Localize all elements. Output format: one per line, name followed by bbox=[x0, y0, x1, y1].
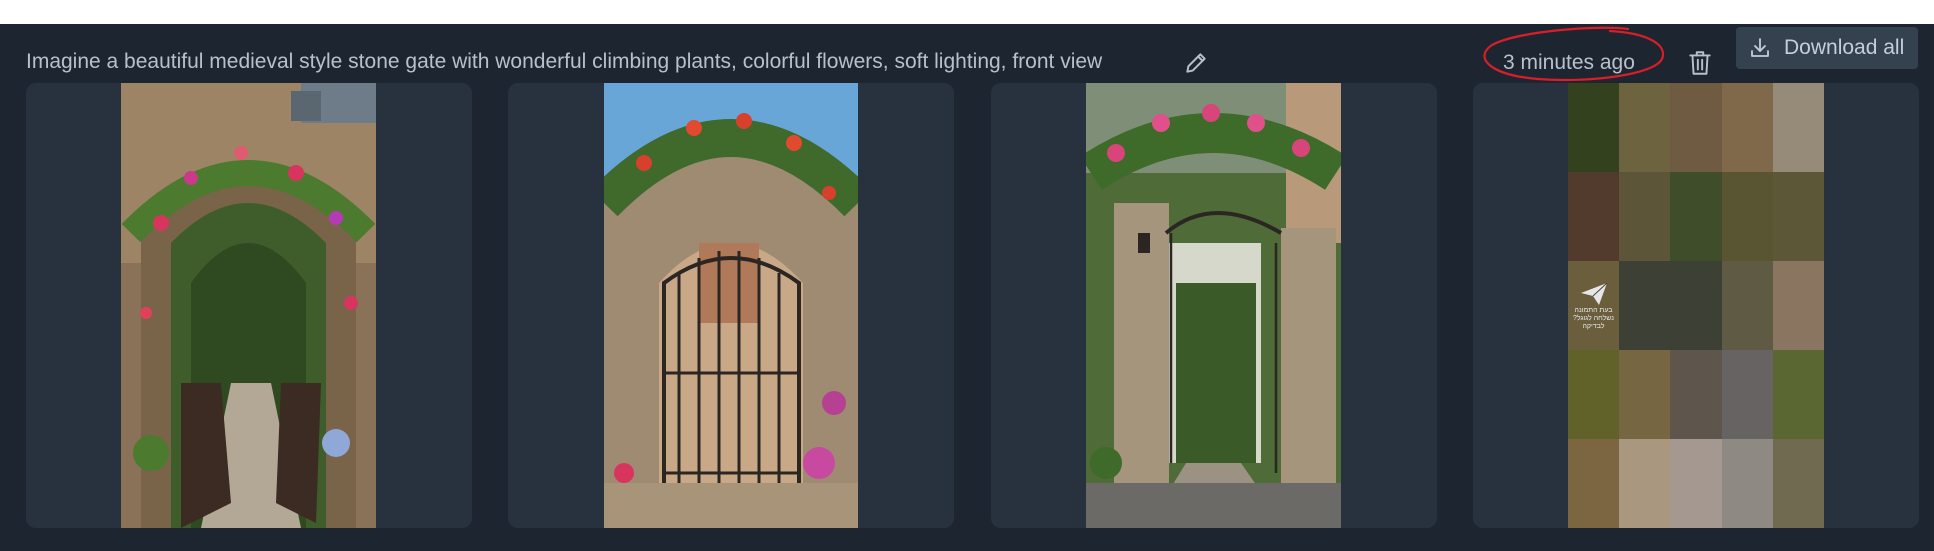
mosaic-tile bbox=[1619, 350, 1671, 439]
mosaic-tile bbox=[1619, 439, 1671, 528]
mosaic-tile bbox=[1670, 172, 1722, 261]
download-icon bbox=[1751, 38, 1769, 57]
mosaic-tile bbox=[1772, 83, 1824, 172]
image-card-4[interactable]: בעת התמונה נשלחה לגוגל? לבדיקה bbox=[1473, 83, 1919, 528]
badge-line-2: נשלחה לגוגל? bbox=[1572, 314, 1615, 322]
mosaic-tile bbox=[1568, 83, 1620, 172]
mosaic-tile bbox=[1721, 172, 1773, 261]
mosaic-tile bbox=[1721, 439, 1773, 528]
mosaic-tile bbox=[1568, 439, 1620, 528]
image-card-2[interactable] bbox=[508, 83, 954, 528]
blocked-image-badge: בעת התמונה נשלחה לגוגל? לבדיקה bbox=[1568, 261, 1619, 350]
download-all-button[interactable]: Download all bbox=[1736, 27, 1918, 69]
generated-image-3[interactable] bbox=[1086, 83, 1341, 528]
generated-image-1[interactable] bbox=[121, 83, 376, 528]
mosaic-tile bbox=[1772, 350, 1824, 439]
trash-icon[interactable] bbox=[1687, 49, 1713, 77]
generation-panel: Imagine a beautiful medieval style stone… bbox=[0, 24, 1934, 551]
mosaic-tile bbox=[1721, 83, 1773, 172]
mosaic-tile bbox=[1772, 172, 1824, 261]
mosaic-tile bbox=[1772, 439, 1824, 528]
mosaic-tile bbox=[1670, 261, 1722, 350]
timestamp: 3 minutes ago bbox=[1503, 51, 1635, 74]
download-all-label: Download all bbox=[1784, 36, 1905, 59]
image-card-3[interactable] bbox=[991, 83, 1437, 528]
mosaic-tile bbox=[1619, 261, 1671, 350]
generated-image-2[interactable] bbox=[604, 83, 858, 528]
pencil-icon[interactable] bbox=[1183, 50, 1209, 76]
mosaic-tile bbox=[1670, 350, 1722, 439]
image-card-1[interactable] bbox=[26, 83, 472, 528]
mosaic-tile bbox=[1670, 439, 1722, 528]
badge-line-1: בעת התמונה bbox=[1574, 306, 1613, 314]
mosaic-tile bbox=[1619, 172, 1671, 261]
mosaic-tile bbox=[1619, 83, 1671, 172]
mosaic-tile bbox=[1721, 350, 1773, 439]
mosaic-tile bbox=[1772, 261, 1824, 350]
mosaic-tile bbox=[1568, 172, 1620, 261]
mosaic-tile bbox=[1568, 350, 1620, 439]
badge-line-3: לבדיקה bbox=[1582, 322, 1605, 330]
prompt-text: Imagine a beautiful medieval style stone… bbox=[26, 50, 1103, 73]
top-strip bbox=[0, 0, 1934, 24]
paper-plane-icon bbox=[1580, 282, 1607, 305]
mosaic-tile bbox=[1670, 83, 1722, 172]
mosaic-tile bbox=[1721, 261, 1773, 350]
